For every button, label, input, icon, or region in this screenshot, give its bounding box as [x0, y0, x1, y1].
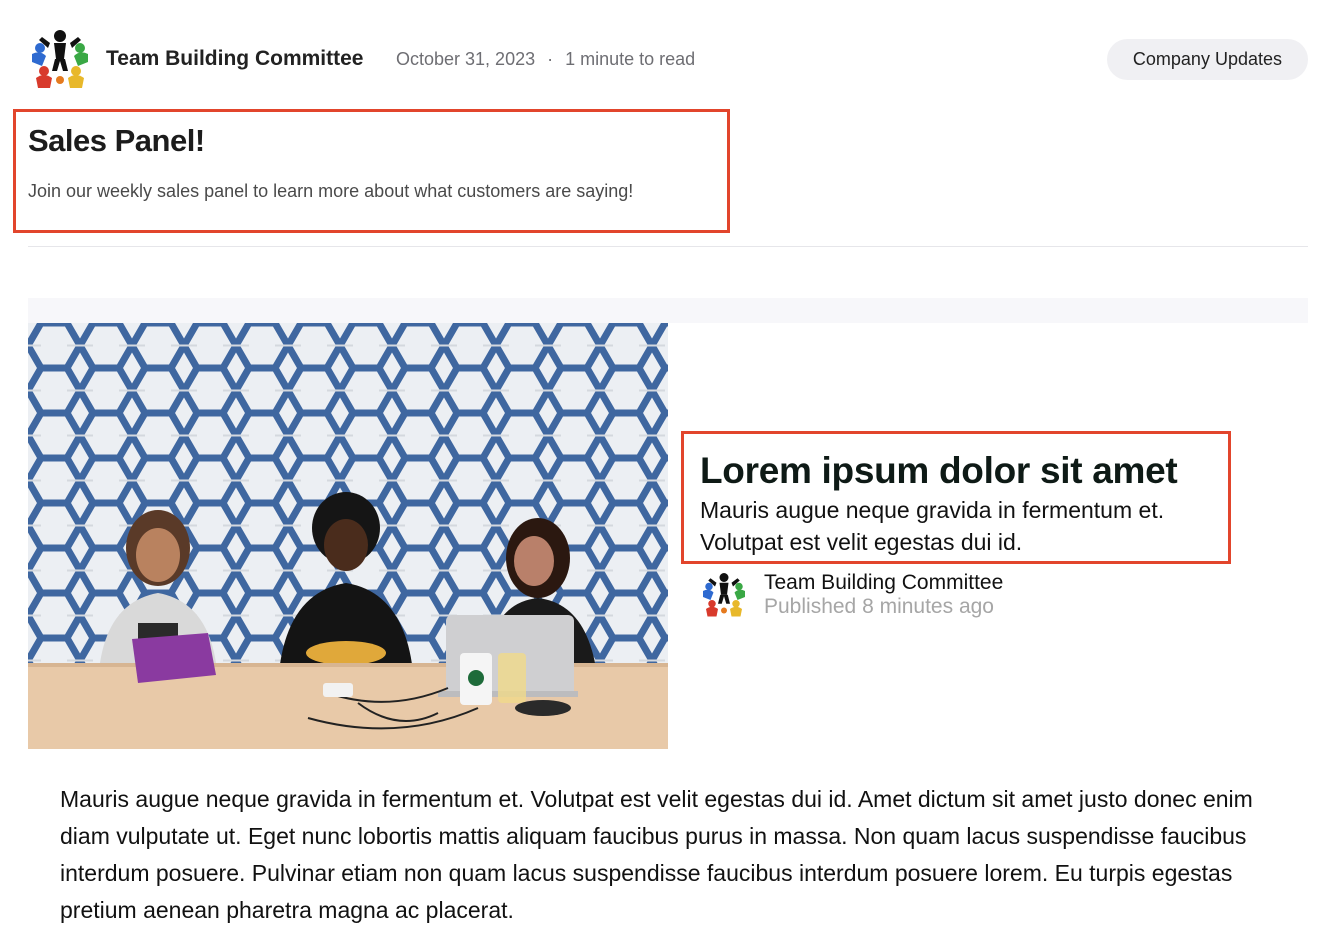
post-meta: October 31, 2023 · 1 minute to read: [396, 49, 695, 70]
hero-image: [28, 323, 668, 749]
team-logo-icon: [32, 30, 88, 88]
category-tag-button[interactable]: Company Updates: [1106, 39, 1308, 80]
content-band: [28, 298, 1308, 323]
post-header: Team Building Committee October 31, 2023…: [28, 26, 1308, 92]
card-title: Lorem ipsum dolor sit amet: [700, 450, 1178, 491]
post-author[interactable]: Team Building Committee: [106, 47, 363, 71]
card-subtitle: Mauris augue neque gravida in fermentum …: [700, 497, 1165, 555]
post-read-time: 1 minute to read: [565, 49, 696, 69]
card-author[interactable]: Team Building Committee: [764, 571, 1003, 595]
post-description: Join our weekly sales panel to learn mor…: [28, 181, 634, 201]
post-body: Mauris augue neque gravida in fermentum …: [60, 786, 1253, 923]
post-title: Sales Panel!: [28, 123, 205, 158]
card-published-time: Published 8 minutes ago: [764, 595, 994, 618]
meeting-photo-icon: [28, 323, 668, 749]
post-date: October 31, 2023: [396, 49, 536, 69]
divider: [28, 246, 1308, 247]
card-team-logo-icon: [703, 573, 745, 617]
meta-separator: ·: [547, 49, 554, 69]
